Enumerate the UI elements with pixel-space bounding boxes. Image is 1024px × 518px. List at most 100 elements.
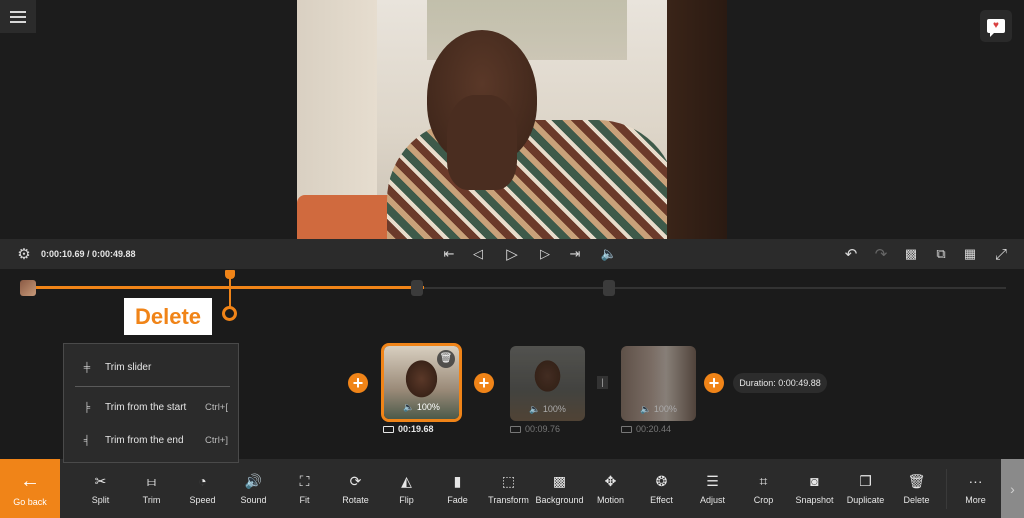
tool-flip-button[interactable]: ◭ Flip bbox=[381, 459, 432, 518]
menu-divider bbox=[75, 386, 230, 387]
tool-snapshot-button[interactable]: ◙ Snapshot bbox=[789, 459, 840, 518]
tool-label: Snapshot bbox=[795, 495, 834, 505]
tool-label: Rotate bbox=[342, 495, 369, 505]
tool-rotate-button[interactable]: ⟳ Rotate bbox=[330, 459, 381, 518]
tool-effect-button[interactable]: ❂ Effect bbox=[636, 459, 687, 518]
trim-icon: ⧦ bbox=[147, 473, 156, 489]
transform-icon: ⬚ bbox=[501, 473, 516, 489]
duplicate-icon: ❐ bbox=[859, 473, 872, 489]
tool-more-button[interactable]: ··· More bbox=[950, 459, 1001, 518]
clip-start-thumbnail[interactable] bbox=[20, 280, 36, 296]
tool-label: Fit bbox=[299, 495, 310, 505]
video-editor: ♥ ⚙ 0:00:10.69 / 0:00:49.88 ⇤ ◁ ▷ ▷ ⇥ 🔈 … bbox=[0, 0, 1024, 518]
tool-label: Duplicate bbox=[846, 495, 885, 505]
delete-annotation: Delete bbox=[124, 298, 212, 335]
tool-motion-button[interactable]: ✥ Motion bbox=[585, 459, 636, 518]
fullscreen-icon[interactable]: ⤢ bbox=[991, 239, 1011, 269]
transition-marker[interactable]: | bbox=[597, 376, 608, 389]
menu-item-label: Trim from the start bbox=[105, 401, 187, 413]
motion-icon: ✥ bbox=[604, 473, 617, 489]
clip-volume: 🔈 100% bbox=[403, 402, 440, 412]
effect-icon: ❂ bbox=[655, 473, 668, 489]
arrow-left-icon: ← bbox=[20, 469, 40, 492]
play-button[interactable]: ▷ bbox=[502, 239, 522, 269]
hamburger-icon[interactable] bbox=[0, 0, 36, 33]
trim-context-menu: ╪ Trim slider ╞ Trim from the start Ctrl… bbox=[63, 343, 239, 463]
feedback-button[interactable]: ♥ bbox=[980, 10, 1012, 42]
clip-boundary-marker[interactable] bbox=[603, 280, 615, 296]
preview-area: ♥ bbox=[0, 0, 1024, 239]
tool-fade-button[interactable]: ▮ Fade bbox=[432, 459, 483, 518]
tool-duplicate-button[interactable]: ❐ Duplicate bbox=[840, 459, 891, 518]
skip-to-end-button[interactable]: ⇥ bbox=[566, 239, 584, 269]
tool-delete-button[interactable]: 🗑 Delete bbox=[891, 459, 942, 518]
previous-frame-button[interactable]: ◁ bbox=[469, 239, 487, 269]
menu-item-shortcut: Ctrl+] bbox=[205, 434, 228, 446]
clip-1[interactable]: 🗑 🔈 100% bbox=[381, 343, 462, 422]
tool-label: Transform bbox=[488, 495, 529, 505]
tool-label: Crop bbox=[753, 495, 774, 505]
fade-icon: ▮ bbox=[453, 473, 462, 489]
rotate-icon: ⟳ bbox=[349, 473, 362, 489]
tool-speed-button[interactable]: ◔ Speed bbox=[177, 459, 228, 518]
video-preview[interactable] bbox=[297, 0, 727, 239]
tool-transform-button[interactable]: ⬚ Transform bbox=[483, 459, 534, 518]
snapshot-icon: ◙ bbox=[810, 473, 819, 489]
split-icon: ✂ bbox=[94, 473, 107, 489]
timecode: 0:00:10.69 / 0:00:49.88 bbox=[41, 249, 136, 259]
settings-icon[interactable]: ⚙ bbox=[14, 239, 34, 269]
tool-label: Sound bbox=[240, 495, 267, 505]
menu-item-trim-end[interactable]: ╡ Trim from the end Ctrl+] bbox=[64, 428, 238, 452]
trim-slider-icon: ╪ bbox=[83, 362, 91, 372]
trim-start-icon: ╞ bbox=[83, 402, 91, 412]
tool-label: Adjust bbox=[699, 495, 725, 505]
undo-icon[interactable]: ↶ bbox=[842, 239, 860, 269]
aspect-ratio-icon[interactable]: ⧉ bbox=[932, 239, 950, 269]
volume-icon[interactable]: 🔈 bbox=[599, 239, 619, 269]
clip-boundary-marker[interactable] bbox=[411, 280, 423, 296]
add-clip-button[interactable]: + bbox=[348, 373, 368, 393]
fit-icon: ⛶ bbox=[299, 473, 310, 489]
toolbar-next-button[interactable]: › bbox=[1001, 459, 1024, 518]
tool-label: Trim bbox=[142, 495, 161, 505]
playhead-line bbox=[229, 278, 231, 307]
grid-icon[interactable]: ▦ bbox=[961, 239, 979, 269]
tool-adjust-button[interactable]: ☰ Adjust bbox=[687, 459, 738, 518]
video-icon bbox=[383, 425, 394, 433]
redo-icon[interactable]: ↷ bbox=[872, 239, 890, 269]
tool-label: Split bbox=[91, 495, 110, 505]
tool-trim-button[interactable]: ⧦ Trim bbox=[126, 459, 177, 518]
background-pattern-icon[interactable]: ▩ bbox=[902, 239, 920, 269]
crop-icon: ⌗ bbox=[759, 473, 768, 489]
add-clip-button[interactable]: + bbox=[474, 373, 494, 393]
clip-duration: 00:20.44 bbox=[621, 424, 671, 434]
background-icon: ▩ bbox=[552, 473, 567, 489]
clip-delete-icon[interactable]: 🗑 bbox=[437, 350, 455, 368]
menu-item-trim-start[interactable]: ╞ Trim from the start Ctrl+[ bbox=[64, 395, 238, 419]
tool-background-button[interactable]: ▩ Background bbox=[534, 459, 585, 518]
menu-item-shortcut: Ctrl+[ bbox=[205, 401, 228, 413]
go-back-button[interactable]: ← Go back bbox=[0, 459, 60, 518]
speed-icon: ◔ bbox=[198, 473, 207, 489]
tool-split-button[interactable]: ✂ Split bbox=[75, 459, 126, 518]
tool-label: Motion bbox=[596, 495, 624, 505]
feedback-heart-icon: ♥ bbox=[987, 19, 1005, 37]
add-clip-button[interactable]: + bbox=[704, 373, 724, 393]
skip-to-start-button[interactable]: ⇤ bbox=[440, 239, 458, 269]
menu-item-label: Trim from the end bbox=[105, 434, 184, 446]
clip-2[interactable]: 🔈 100% bbox=[510, 346, 585, 421]
menu-item-trim-slider[interactable]: ╪ Trim slider bbox=[64, 355, 238, 379]
clip-duration: 00:19.68 bbox=[383, 424, 434, 434]
video-icon bbox=[510, 425, 521, 433]
clip-3[interactable]: 🔈 100% bbox=[621, 346, 696, 421]
more-icon: ··· bbox=[968, 473, 983, 489]
bottom-toolbar: ← Go back ✂ Split ⧦ Trim ◔ Speed 🔊 Sound ⛶ Fit ⟳ Ro… bbox=[0, 459, 1024, 518]
tool-crop-button[interactable]: ⌗ Crop bbox=[738, 459, 789, 518]
go-back-label: Go back bbox=[13, 496, 47, 507]
transport-bar: ⚙ 0:00:10.69 / 0:00:49.88 ⇤ ◁ ▷ ▷ ⇥ 🔈 ↶ … bbox=[0, 239, 1024, 269]
next-frame-button[interactable]: ▷ bbox=[536, 239, 554, 269]
menu-item-label: Trim slider bbox=[105, 361, 152, 373]
tool-sound-button[interactable]: 🔊 Sound bbox=[228, 459, 279, 518]
tool-fit-button[interactable]: ⛶ Fit bbox=[279, 459, 330, 518]
playhead-circle[interactable] bbox=[222, 306, 237, 321]
